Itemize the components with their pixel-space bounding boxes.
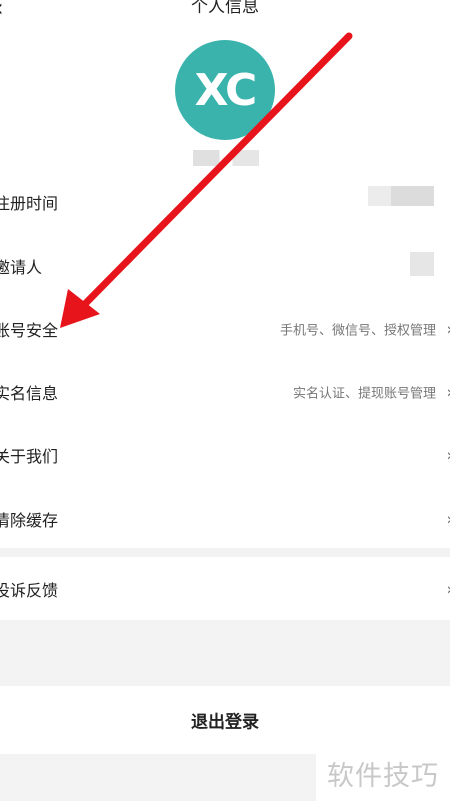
annotation-arrow-icon: [60, 32, 353, 328]
